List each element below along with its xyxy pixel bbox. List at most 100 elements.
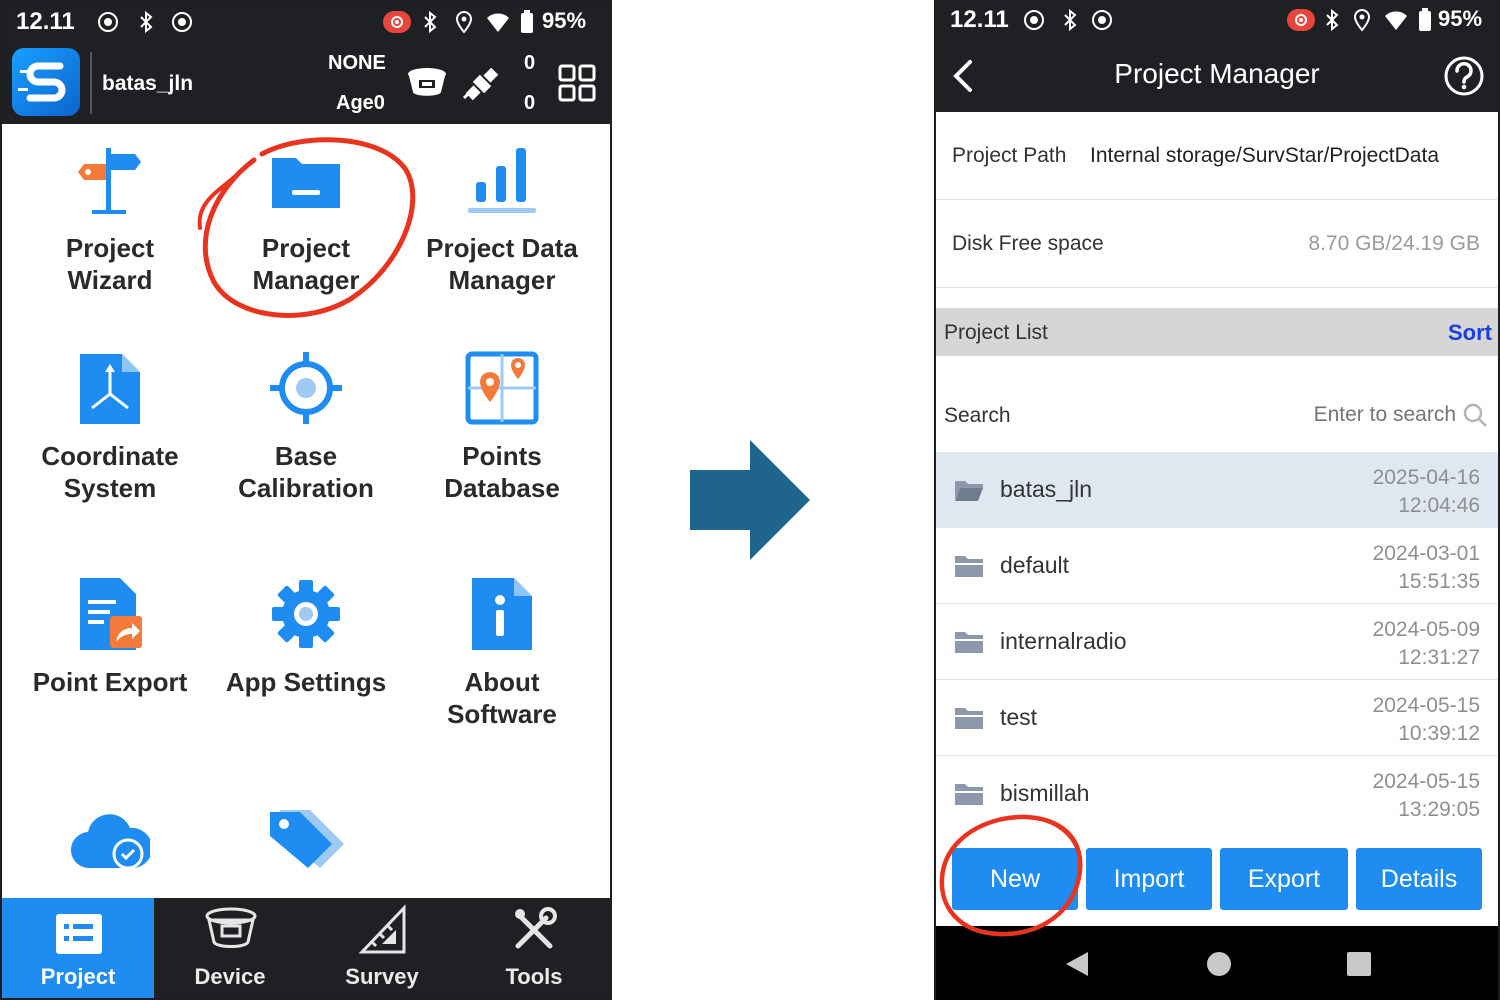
status-bar: 12.11 95% [2,2,610,42]
nav-tab-tools[interactable]: Tools [458,898,610,998]
project-name: internalradio [1000,628,1127,654]
grid-item-base-calibration[interactable]: Base Calibration [208,350,404,504]
gear-icon [272,580,340,648]
disk-free-value: 8.70 GB/24.19 GB [1308,232,1480,255]
nav-tab-project[interactable]: Project [2,898,154,998]
android-home-icon[interactable] [1206,951,1232,977]
grid-menu-icon[interactable] [558,64,596,102]
survstar-logo-icon [18,62,66,102]
solution-status: NONE [328,52,386,74]
annotation-circle-new-button [939,814,1083,937]
battery-percent: 95% [1438,6,1483,31]
export-button[interactable]: Export [1220,848,1348,910]
grid-label-line-1: Project [65,233,155,263]
disk-free-label: Disk Free space [952,232,1104,255]
info-document-icon [472,578,532,650]
grid-item-points-database[interactable]: Points Database [404,350,600,504]
grid-label-line-1: About [464,667,540,697]
project-name: test [1000,704,1038,730]
ruler-triangle-icon [358,904,406,954]
android-recents-icon[interactable] [1346,951,1372,977]
project-date: 2024-03-01 [1372,542,1480,565]
grid-label-line-2: Wizard [67,265,153,295]
android-back-icon[interactable] [1064,950,1090,978]
project-row-test[interactable]: test 2024-05-15 10:39:12 [936,680,1498,756]
grid-label-line-2: Calibration [238,473,374,503]
satellite-icon[interactable] [460,62,504,106]
battery-icon [1419,8,1431,31]
gnss-receiver-icon[interactable] [406,66,448,102]
battery-percent: 95% [542,8,587,33]
coordinate-axes-icon [80,354,140,424]
grid-label-line-1: App Settings [225,667,387,697]
project-row-default[interactable]: default 2024-03-01 15:51:35 [936,528,1498,604]
satellite-count-bottom: 0 [524,92,536,114]
app-header: batas_jln NONE Age0 0 0 [2,42,610,124]
nav-tab-device[interactable]: Device [154,898,306,998]
location-share-icon [1024,10,1044,30]
grid-item-about-software[interactable]: About Software [404,576,600,730]
flow-arrow-icon [690,440,810,560]
grid-label-line-1: Coordinate [41,441,179,471]
project-list-header: Project List Sort [936,308,1498,356]
wifi-icon [487,13,509,32]
project-date: 2025-04-16 [1372,466,1480,489]
grid-label-line-2: Software [447,699,557,729]
help-icon[interactable] [1442,54,1486,98]
project-time: 12:31:27 [1398,646,1480,669]
sort-link[interactable]: Sort [1448,320,1492,346]
grid-item-app-settings[interactable]: App Settings [208,576,404,698]
location-share-icon [98,12,118,32]
tag-icon[interactable] [268,806,344,872]
bottom-navigation: Project Device Survey Tools [2,898,610,998]
correction-age: Age0 [336,92,385,114]
status-time: 12.11 [950,6,1009,33]
import-button[interactable]: Import [1086,848,1212,910]
annotation-circle-project-manager [197,137,416,318]
nav-label: Survey [345,964,419,989]
project-time: 10:39:12 [1398,722,1480,745]
bluetooth-icon [140,10,153,34]
search-input[interactable] [1216,398,1456,432]
nav-label: Device [194,964,266,989]
grid-item-project-wizard[interactable]: Project Wizard [12,142,208,296]
folder-icon [955,632,983,653]
grid-item-project-data-manager[interactable]: Project Data Manager [404,142,600,296]
project-name: default [1000,552,1070,578]
app-logo [12,48,80,116]
grid-label-line-2: System [63,473,157,503]
location-pin-icon [1353,8,1371,32]
status-bar: 12.11 95% [936,0,1498,40]
satellite-count-top: 0 [524,52,536,74]
cloud-icon[interactable] [70,802,150,872]
recording-icon [383,11,411,33]
grid-label-line-1: Point Export [32,667,188,697]
project-path-label: Project Path [952,144,1067,167]
nav-tab-survey[interactable]: Survey [306,898,458,998]
disk-space-row: Disk Free space 8.70 GB/24.19 GB [936,200,1498,288]
project-date: 2024-05-09 [1372,618,1480,641]
left-phone-screen: 12.11 95% batas_jln NONE Age0 0 0 Projec… [0,0,612,1000]
page-title: Project Manager [1114,58,1320,89]
document-export-icon [80,578,142,650]
location-pin-icon [455,10,473,34]
project-path-row: Project Path Internal storage/SurvStar/P… [936,112,1498,200]
details-button[interactable]: Details [1356,848,1482,910]
search-icon[interactable] [1462,402,1488,428]
current-project-name: batas_jln [102,72,194,95]
grid-item-coordinate-system[interactable]: Coordinate System [12,350,208,504]
project-time: 12:04:46 [1398,494,1480,517]
bluetooth-icon [1064,8,1077,32]
nfc-icon [1092,10,1112,30]
folder-open-icon [955,481,983,501]
project-row-batas-jln[interactable]: batas_jln 2025-04-16 12:04:46 [936,452,1498,528]
grid-label-line-2: Database [444,473,560,503]
bar-chart-icon [468,148,536,213]
folder-icon [955,556,983,577]
wifi-icon [1385,11,1407,30]
project-row-internalradio[interactable]: internalradio 2024-05-09 12:31:27 [936,604,1498,680]
grid-label-line-1: Project Data [426,233,578,263]
grid-item-point-export[interactable]: Point Export [12,576,208,698]
signpost-icon [78,148,141,214]
project-name: bismillah [1000,780,1090,806]
